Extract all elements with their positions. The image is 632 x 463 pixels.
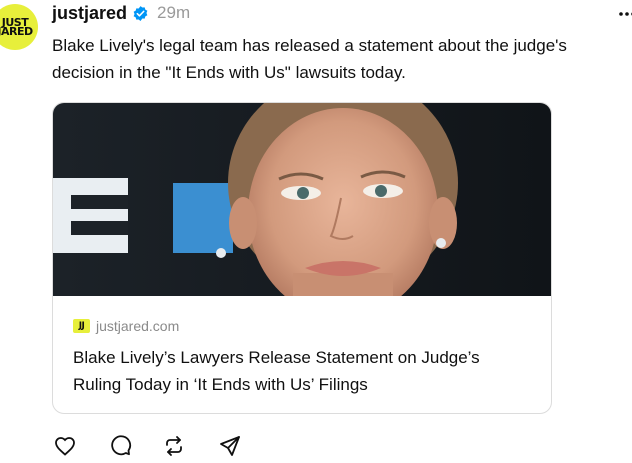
more-dots-icon[interactable] [617,4,632,24]
comment-icon[interactable] [108,434,132,458]
card-title-line: Ruling Today in ‘It Ends with Us’ Filing… [73,375,368,394]
avatar[interactable]: JUST JARED [0,4,38,50]
link-preview-card[interactable]: JJ justjared.com Blake Lively’s Lawyers … [52,102,552,414]
username-link[interactable]: justjared [52,3,127,24]
post-body: Blake Lively's legal team has released a… [52,32,632,86]
card-title-line: Blake Lively’s Lawyers Release Statement… [73,348,480,367]
heart-icon[interactable] [53,434,77,458]
avatar-line-2: JARED [0,25,33,38]
repost-icon[interactable] [162,434,186,458]
card-title[interactable]: Blake Lively’s Lawyers Release Statement… [73,344,543,398]
article-photo [53,103,551,318]
share-icon[interactable] [218,434,242,458]
post-text-line: decision in the "It Ends with Us" lawsui… [52,63,406,82]
site-favicon: JJ [73,319,90,333]
post-timestamp: 29m [157,3,191,22]
post-header: justjared 29m [52,2,190,24]
verified-badge-icon [132,5,149,22]
card-domain: justjared.com [96,318,180,334]
card-source: JJ justjared.com [73,318,179,334]
post-text-line: Blake Lively's legal team has released a… [52,36,567,55]
